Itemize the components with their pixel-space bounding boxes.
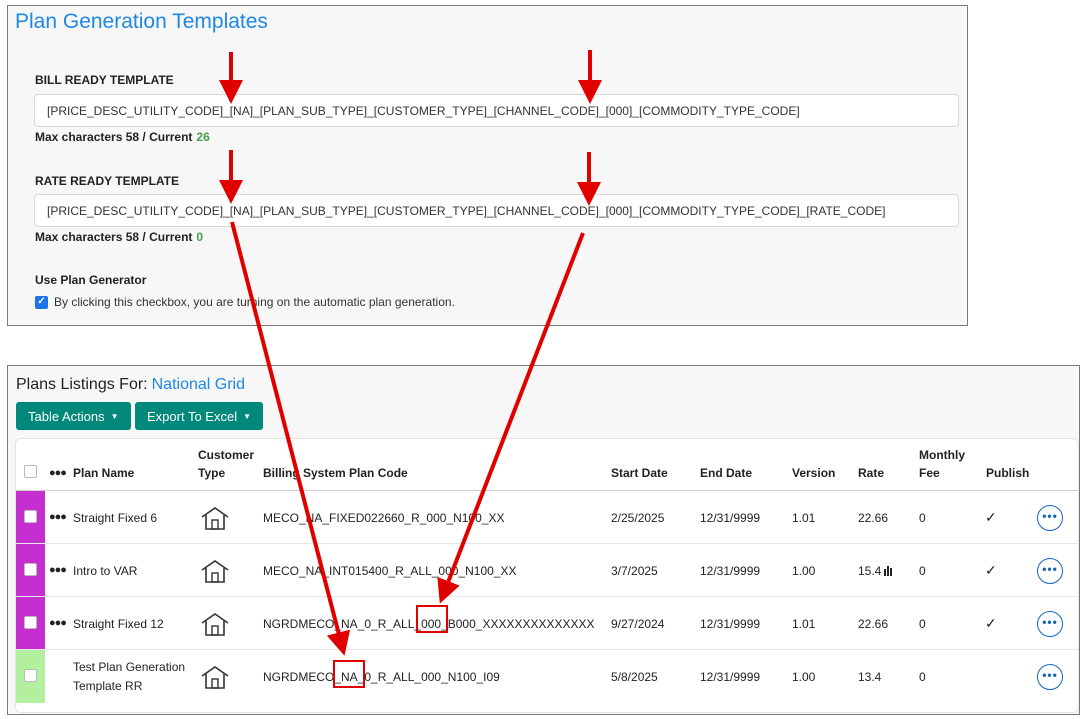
people-icon: ●●● <box>49 511 67 523</box>
use-plan-generator-label: Use Plan Generator <box>35 273 147 287</box>
rate: 13.4 <box>858 670 882 684</box>
plan-name-line2[interactable]: Template RR <box>73 679 142 693</box>
house-icon <box>201 507 229 530</box>
rate-value: 15.4 <box>858 564 882 578</box>
more-options-button[interactable]: ••• <box>1037 505 1063 531</box>
publish-check-icon: ✓ <box>985 562 997 578</box>
start-date: 5/8/2025 <box>611 670 658 684</box>
end-date: 12/31/9999 <box>700 617 761 631</box>
col-publish[interactable]: Publish <box>986 464 1029 482</box>
select-all-checkbox[interactable] <box>24 465 37 478</box>
col-customer[interactable]: Customer <box>198 446 254 464</box>
house-icon <box>201 613 229 636</box>
col-version[interactable]: Version <box>792 464 835 482</box>
house-icon <box>201 560 229 583</box>
people-icon: ●●● <box>49 564 67 576</box>
export-label: Export To Excel <box>147 409 238 424</box>
start-date: 2/25/2025 <box>611 511 665 525</box>
end-date: 12/31/9999 <box>700 564 761 578</box>
chevron-down-icon: ▼ <box>110 412 119 421</box>
export-to-excel-button[interactable]: Export To Excel ▼ <box>135 402 264 430</box>
plans-heading-prefix: Plans Listings For: <box>16 376 148 393</box>
plans-table: ●●● Plan Name Customer Type Billing Syst… <box>15 438 1079 713</box>
plans-listing-panel: Plans Listings For: National Grid Table A… <box>7 365 1080 715</box>
bar-chart-icon[interactable] <box>884 565 893 579</box>
plan-generator-checkbox-row: ✓ By clicking this checkbox, you are tur… <box>35 295 455 309</box>
billing-code: MECO_NA_INT015400_R_ALL_000_N100_XX <box>263 564 517 578</box>
bill-ready-label: BILL READY TEMPLATE <box>35 73 174 87</box>
rate-current-count: 0 <box>196 230 204 244</box>
plan-generation-templates-panel: Plan Generation Templates BILL READY TEM… <box>7 5 968 326</box>
house-icon <box>201 666 229 689</box>
plan-generator-checkbox-text: By clicking this checkbox, you are turni… <box>54 295 455 309</box>
rate-ready-char-count: Max characters 58 / Current 0 <box>35 230 203 244</box>
monthly-fee: 0 <box>919 670 926 684</box>
highlight-box-na <box>333 660 365 688</box>
provider-link[interactable]: National Grid <box>152 376 245 393</box>
rate: 22.66 <box>858 511 889 525</box>
more-options-button[interactable]: ••• <box>1037 664 1063 690</box>
rate: 22.66 <box>858 617 889 631</box>
rate-max-label: Max characters 58 / Current <box>35 230 193 244</box>
col-fee[interactable]: Fee <box>919 464 940 482</box>
end-date: 12/31/9999 <box>700 511 761 525</box>
col-end-date[interactable]: End Date <box>700 464 752 482</box>
col-type[interactable]: Type <box>198 464 225 482</box>
monthly-fee: 0 <box>919 511 926 525</box>
table-row[interactable]: Test Plan Generation Template RR NGRDMEC… <box>16 650 1078 703</box>
people-icon: ●●● <box>49 467 67 479</box>
billing-code: NGRDMECO_NA_0_R_ALL_000_N100_I09 <box>263 670 500 684</box>
plan-generator-checkbox[interactable]: ✓ <box>35 295 48 309</box>
col-monthly[interactable]: Monthly <box>919 446 965 464</box>
table-row[interactable]: ●●● Straight Fixed 12 NGRDMECO_NA_0_R_AL… <box>16 597 1078 650</box>
plans-heading: Plans Listings For: National Grid <box>16 376 245 394</box>
bill-ready-template-input[interactable]: [PRICE_DESC_UTILITY_CODE]_[NA]_[PLAN_SUB… <box>34 94 959 127</box>
table-actions-label: Table Actions <box>28 409 105 424</box>
start-date: 3/7/2025 <box>611 564 658 578</box>
highlight-box-000 <box>416 605 448 633</box>
row-checkbox[interactable] <box>24 616 37 629</box>
col-billing-code[interactable]: Billing System Plan Code <box>263 464 408 482</box>
version: 1.00 <box>792 670 816 684</box>
row-checkbox[interactable] <box>24 563 37 576</box>
more-options-button[interactable]: ••• <box>1037 611 1063 637</box>
bill-ready-char-count: Max characters 58 / Current 26 <box>35 130 210 144</box>
panel-title: Plan Generation Templates <box>15 10 268 33</box>
rate: 15.4 <box>858 564 893 579</box>
col-start-date[interactable]: Start Date <box>611 464 668 482</box>
bill-max-label: Max characters 58 / Current <box>35 130 193 144</box>
start-date: 9/27/2024 <box>611 617 665 631</box>
plan-name[interactable]: Straight Fixed 6 <box>73 511 157 525</box>
plan-name[interactable]: Test Plan Generation <box>73 660 185 674</box>
table-actions-button[interactable]: Table Actions ▼ <box>16 402 131 430</box>
plan-name[interactable]: Straight Fixed 12 <box>73 617 164 631</box>
rate-ready-template-input[interactable]: [PRICE_DESC_UTILITY_CODE]_[NA]_[PLAN_SUB… <box>34 194 959 227</box>
bill-current-count: 26 <box>196 130 210 144</box>
row-checkbox[interactable] <box>24 510 37 523</box>
more-options-button[interactable]: ••• <box>1037 558 1063 584</box>
monthly-fee: 0 <box>919 564 926 578</box>
table-row[interactable]: ●●● Intro to VAR MECO_NA_INT015400_R_ALL… <box>16 544 1078 597</box>
end-date: 12/31/9999 <box>700 670 761 684</box>
rate-ready-label: RATE READY TEMPLATE <box>35 174 180 188</box>
publish-check-icon: ✓ <box>985 509 997 525</box>
monthly-fee: 0 <box>919 617 926 631</box>
row-checkbox[interactable] <box>24 669 37 682</box>
people-icon: ●●● <box>49 617 67 629</box>
billing-code: MECO_NA_FIXED022660_R_000_N100_XX <box>263 511 505 525</box>
table-row[interactable]: ●●● Straight Fixed 6 MECO_NA_FIXED022660… <box>16 491 1078 544</box>
version: 1.00 <box>792 564 816 578</box>
version: 1.01 <box>792 511 816 525</box>
col-rate[interactable]: Rate <box>858 464 884 482</box>
version: 1.01 <box>792 617 816 631</box>
chevron-down-icon: ▼ <box>243 412 252 421</box>
col-plan-name[interactable]: Plan Name <box>73 464 134 482</box>
publish-check-icon: ✓ <box>985 615 997 631</box>
plan-name[interactable]: Intro to VAR <box>73 564 137 578</box>
